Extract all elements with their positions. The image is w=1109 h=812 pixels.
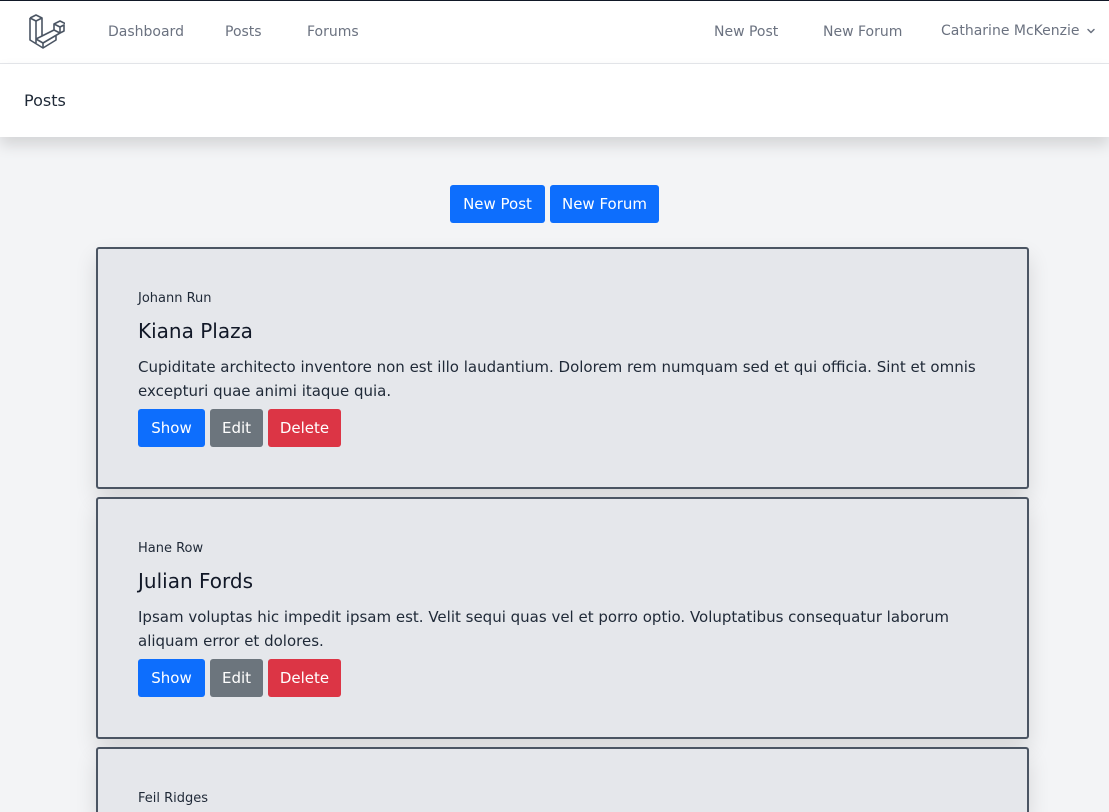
post-card: Hane Row Julian Fords Ipsam voluptas hic…	[96, 497, 1029, 739]
post-author: Feil Ridges	[138, 791, 209, 806]
post-body: Cupiditate architecto inventore non est …	[138, 358, 976, 400]
post-title: Julian Fords	[138, 569, 253, 593]
nav-link-new-post[interactable]: New Post	[714, 24, 778, 40]
post-card: Johann Run Kiana Plaza Cupiditate archit…	[96, 247, 1029, 489]
edit-button[interactable]: Edit	[210, 409, 263, 447]
nav-link-posts[interactable]: Posts	[225, 24, 262, 40]
new-forum-button[interactable]: New Forum	[550, 185, 659, 223]
user-menu-dropdown[interactable]: Catharine McKenzie	[941, 23, 1097, 39]
laravel-logo-icon[interactable]	[27, 14, 65, 52]
page-title: Posts	[24, 91, 66, 110]
delete-button[interactable]: Delete	[268, 409, 341, 447]
top-navigation: Dashboard Posts Forums New Post New Foru…	[0, 0, 1109, 64]
post-body: Ipsam voluptas hic impedit ipsam est. Ve…	[138, 608, 950, 650]
nav-link-forums[interactable]: Forums	[307, 24, 359, 40]
post-author: Johann Run	[138, 291, 212, 306]
edit-button[interactable]: Edit	[210, 659, 263, 697]
page-header: Posts	[0, 64, 1109, 137]
chevron-down-icon	[1087, 28, 1096, 34]
post-author: Hane Row	[138, 541, 204, 556]
post-title: Kiana Plaza	[138, 319, 253, 343]
show-button[interactable]: Show	[138, 409, 205, 447]
post-card: Feil Ridges	[96, 747, 1029, 812]
new-post-button[interactable]: New Post	[450, 185, 545, 223]
show-button[interactable]: Show	[138, 659, 205, 697]
nav-link-dashboard[interactable]: Dashboard	[108, 24, 184, 40]
user-name: Catharine McKenzie	[941, 23, 1080, 39]
delete-button[interactable]: Delete	[268, 659, 341, 697]
nav-link-new-forum[interactable]: New Forum	[823, 24, 902, 40]
